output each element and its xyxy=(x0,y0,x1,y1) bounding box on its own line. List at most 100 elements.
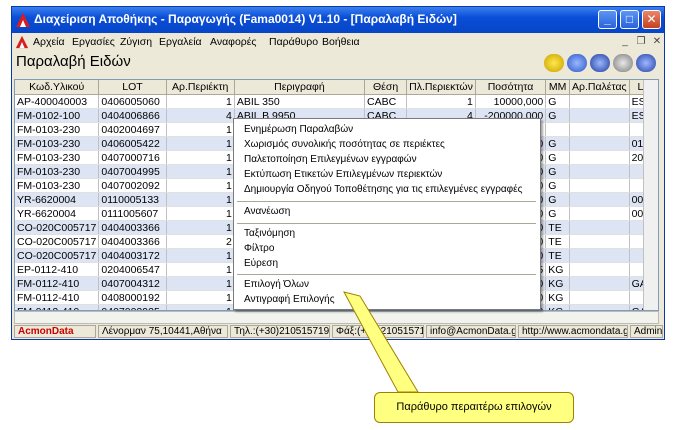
table-cell: 0407000716 xyxy=(98,150,167,165)
light-bulb-icon[interactable] xyxy=(544,54,564,72)
ctx-find[interactable]: Εύρεση xyxy=(244,258,278,269)
table-row[interactable]: AP-400040003 0406005060 1 ABIL 350 CABC 1 1000… xyxy=(15,94,658,109)
table-cell xyxy=(569,234,630,249)
column-header[interactable]: LOT xyxy=(98,80,167,95)
table-cell: 4 xyxy=(166,108,235,123)
status-web: http://www.acmondata.gr xyxy=(518,325,628,338)
ctx-print-labels[interactable]: Εκτύπωση Ετικετών Επιλεγμένων περιεκτών xyxy=(244,169,442,180)
horizontal-scrollbar[interactable] xyxy=(14,311,659,324)
ctx-split-quantity[interactable]: Χωρισμός συνολικής ποσότητας σε περιέκτε… xyxy=(244,139,445,150)
app-logo-icon xyxy=(16,13,30,27)
ctx-sort[interactable]: Ταξινόμηση xyxy=(244,228,295,239)
table-cell: 0404003366 xyxy=(98,234,167,249)
table-cell: KG xyxy=(545,290,570,305)
column-header[interactable]: Θέση xyxy=(364,80,408,95)
menu-reports[interactable]: Αναφορές xyxy=(210,36,257,48)
child-restore-button[interactable]: ❐ xyxy=(634,35,648,48)
table-cell: AP-400040003 xyxy=(15,94,100,109)
table-cell: KG xyxy=(545,262,570,277)
table-cell: TE xyxy=(545,220,570,235)
table-cell: 0407004312 xyxy=(98,276,167,291)
ctx-separator xyxy=(237,201,536,202)
table-cell: G xyxy=(545,206,570,221)
printer-icon[interactable] xyxy=(613,54,633,72)
ctx-separator xyxy=(237,274,536,275)
table-cell: 0407002092 xyxy=(98,178,167,193)
column-header[interactable]: Πλ.Περιεκτών xyxy=(406,80,476,95)
column-header[interactable]: Κωδ.Υλικού xyxy=(15,80,100,95)
table-cell xyxy=(569,290,630,305)
table-cell: 1 xyxy=(166,136,235,151)
table-cell: G xyxy=(545,108,570,123)
ctx-copy-selection[interactable]: Αντιγραφή Επιλογής xyxy=(244,294,335,305)
table-cell: 0404006866 xyxy=(98,108,167,123)
maximize-button[interactable]: □ xyxy=(620,10,639,29)
table-cell: G xyxy=(545,136,570,151)
status-user: Admin xyxy=(630,325,663,338)
table-cell: FM-0103-230 xyxy=(15,164,100,179)
table-cell xyxy=(569,136,630,151)
ctx-refresh[interactable]: Ανανέωση xyxy=(244,206,290,217)
document-stack-icon[interactable] xyxy=(567,54,587,72)
table-cell xyxy=(569,220,630,235)
table-cell xyxy=(569,206,630,221)
column-header[interactable]: Αρ.Περιέκτη xyxy=(166,80,235,95)
ctx-update-receipts[interactable]: Ενημέρωση Παραλαβών xyxy=(244,124,353,135)
table-cell: 1 xyxy=(166,164,235,179)
table-cell: 2 xyxy=(166,234,235,249)
status-brand: AcmonData xyxy=(14,325,96,338)
table-cell: FM-0103-230 xyxy=(15,150,100,165)
document-logo-icon[interactable] xyxy=(15,35,29,49)
menu-files[interactable]: Αρχεία xyxy=(33,36,65,48)
table-cell: 0404003172 xyxy=(98,248,167,263)
table-cell: FM-0112-410 xyxy=(15,290,100,305)
menu-tasks[interactable]: Εργασίες xyxy=(72,36,115,48)
table-cell xyxy=(545,122,570,137)
column-header[interactable]: Περιγραφή xyxy=(234,80,366,95)
table-cell xyxy=(569,178,630,193)
ctx-select-all[interactable]: Επιλογή Όλων xyxy=(244,279,309,290)
minimize-button[interactable]: _ xyxy=(598,10,617,29)
table-cell: FM-0112-410 xyxy=(15,276,100,291)
ctx-palletize[interactable]: Παλετοποίηση Επιλεγμένων εγγραφών xyxy=(244,154,417,165)
vertical-scrollbar[interactable] xyxy=(643,80,658,310)
table-cell: G xyxy=(545,150,570,165)
column-header[interactable]: Ποσότητα xyxy=(475,80,547,95)
table-cell xyxy=(569,150,630,165)
table-cell: 1 xyxy=(166,290,235,305)
column-header[interactable]: ΜΜ xyxy=(545,80,570,95)
callout-pointer xyxy=(343,291,419,393)
table-cell: 0204006547 xyxy=(98,262,167,277)
window-title: Διαχείριση Αποθήκης - Παραγωγής (Fama001… xyxy=(34,12,457,26)
table-cell: CO-020C005717 xyxy=(15,234,100,249)
menu-tools[interactable]: Εργαλεία xyxy=(159,36,202,48)
menu-weighing[interactable]: Ζύγιση xyxy=(120,36,152,48)
table-cell xyxy=(569,276,630,291)
table-cell: 0402004697 xyxy=(98,122,167,137)
child-close-button[interactable]: ✕ xyxy=(650,35,664,48)
column-header[interactable]: Αρ.Παλέτας xyxy=(569,80,630,95)
disk-icon[interactable] xyxy=(590,54,610,72)
close-button[interactable]: ✕ xyxy=(642,10,661,29)
ctx-filter[interactable]: Φίλτρο xyxy=(244,243,274,254)
table-cell xyxy=(569,192,630,207)
table-cell: 0408000192 xyxy=(98,290,167,305)
table-cell: 1 xyxy=(166,150,235,165)
menu-help[interactable]: Βοήθεια xyxy=(322,36,360,48)
menu-bar: Αρχεία Εργασίες Ζύγιση Εργαλεία Αναφορές… xyxy=(12,33,664,51)
table-cell: TE xyxy=(545,248,570,263)
table-cell xyxy=(569,248,630,263)
table-cell: ABIL 350 xyxy=(234,94,366,109)
status-phone: Τηλ.:(+30)2105157198 xyxy=(230,325,330,338)
status-bar: AcmonData Λένορμαν 75,10441,Αθήνα Τηλ.:(… xyxy=(12,324,664,339)
table-cell: 10000,000 xyxy=(475,94,547,109)
ctx-create-placement-guide[interactable]: Δημιουργία Οδηγού Τοποθέτησης για τις επ… xyxy=(244,184,522,195)
menu-window[interactable]: Παράθυρο xyxy=(269,36,318,48)
exit-icon[interactable] xyxy=(636,54,656,72)
table-cell: YR-6620004 xyxy=(15,206,100,221)
table-cell: 1 xyxy=(166,276,235,291)
table-cell: 1 xyxy=(166,94,235,109)
child-minimize-button[interactable]: _ xyxy=(618,35,632,48)
title-bar[interactable]: Διαχείριση Αποθήκης - Παραγωγής (Fama001… xyxy=(12,7,664,33)
table-cell: 0110005133 xyxy=(98,192,167,207)
